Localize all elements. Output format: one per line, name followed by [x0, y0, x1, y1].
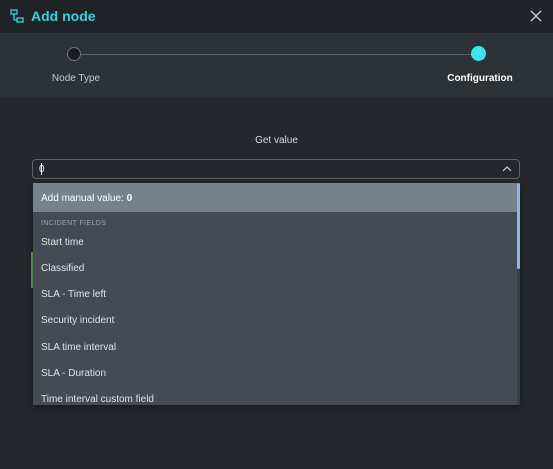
manual-value: 0: [126, 193, 133, 204]
dialog-header: Add node: [0, 0, 553, 34]
add-node-dialog: Add node Node Type Configuration Get val…: [0, 0, 553, 469]
step-indicator-node-type[interactable]: [67, 47, 81, 61]
dropdown-item-sla-time-interval[interactable]: SLA time interval: [33, 335, 517, 361]
dropdown-item-sla-duration[interactable]: SLA - Duration: [33, 361, 517, 387]
dropdown-scrollbar-thumb[interactable]: [517, 183, 520, 269]
manual-value-prefix: Add manual value:: [41, 193, 127, 204]
flow-node-icon: [10, 9, 24, 23]
get-value-label: Get value: [255, 135, 298, 146]
value-dropdown-menu: Add manual value: 0 INCIDENT FIELDS Star…: [33, 183, 520, 405]
stepper-connector: [74, 54, 479, 55]
dialog-title: Add node: [31, 8, 96, 24]
step-indicator-configuration[interactable]: [471, 46, 486, 61]
get-value-input[interactable]: [39, 163, 479, 177]
dropdown-item-label: Time interval custom field: [41, 394, 154, 405]
dropdown-item-label: SLA - Time left: [41, 289, 107, 300]
dropdown-item-label: Security incident: [41, 315, 115, 326]
dropdown-item-security-incident[interactable]: Security incident: [33, 308, 517, 334]
dropdown-item-time-interval-custom-field[interactable]: Time interval custom field: [33, 387, 517, 405]
dropdown-item-label: SLA - Duration: [41, 368, 107, 379]
get-value-select[interactable]: [32, 159, 520, 179]
step-label-configuration[interactable]: Configuration: [436, 73, 524, 85]
dropdown-item-classified[interactable]: Classified: [33, 256, 517, 282]
dropdown-item-sla-time-left[interactable]: SLA - Time left: [33, 282, 517, 308]
incident-fields-section-header: INCIDENT FIELDS: [41, 220, 107, 227]
stepper: Node Type Configuration: [0, 34, 553, 98]
chevron-up-icon[interactable]: [502, 164, 512, 174]
dropdown-item-label: Classified: [41, 263, 85, 274]
dropdown-item-start-time[interactable]: Start time: [33, 230, 517, 256]
manual-value-text: Add manual value: 0: [41, 193, 132, 205]
step-label-node-type[interactable]: Node Type: [40, 73, 112, 85]
text-cursor: [41, 163, 42, 175]
dropdown-item-label: Start time: [41, 237, 84, 248]
close-icon[interactable]: [529, 9, 543, 23]
dropdown-item-label: SLA time interval: [41, 342, 117, 353]
add-manual-value-option[interactable]: Add manual value: 0: [33, 183, 517, 212]
